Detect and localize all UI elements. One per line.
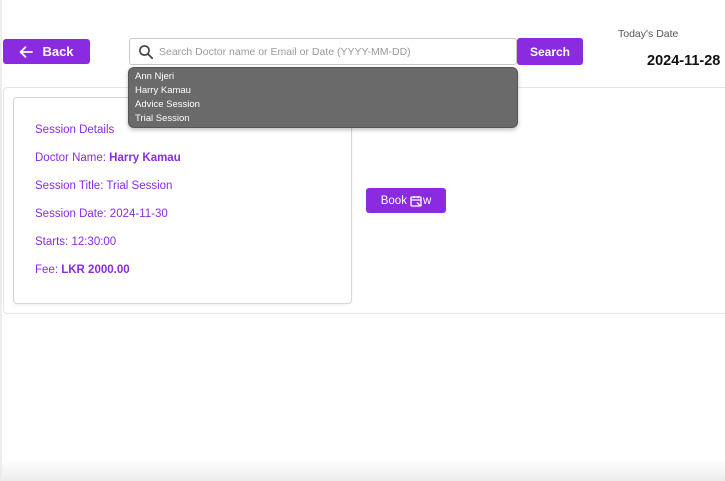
session-date-row: Session Date: 2024-11-30 xyxy=(35,208,168,220)
session-title-row: Session Title: Trial Session xyxy=(35,180,172,192)
session-date-label: Session Date: xyxy=(35,208,110,220)
arrow-left-icon xyxy=(20,45,34,58)
suggestion-item[interactable]: Advice Session xyxy=(135,98,517,112)
session-details-heading: Session Details xyxy=(35,124,115,136)
bottom-shadow xyxy=(0,459,725,481)
fee-row: Fee: LKR 2000.00 xyxy=(35,264,130,276)
window-edge xyxy=(0,0,2,481)
fee-label: Fee: xyxy=(35,264,62,276)
start-time-value: 12:30:00 xyxy=(71,236,117,248)
session-title-value: Trial Session xyxy=(106,180,173,192)
book-button-label-end: w xyxy=(422,194,432,207)
back-button-label: Back xyxy=(42,44,74,59)
search-input[interactable] xyxy=(159,45,509,58)
search-button-label: Search xyxy=(529,44,571,59)
calendar-icon xyxy=(410,195,422,207)
doctor-name-row: Doctor Name: Harry Kamau xyxy=(35,152,181,164)
today-date-label: Today's Date xyxy=(618,28,679,40)
back-button[interactable]: Back xyxy=(3,39,90,64)
search-bar xyxy=(129,38,517,65)
start-time-label: Starts: xyxy=(35,236,72,248)
search-button[interactable]: Search xyxy=(517,38,583,65)
suggestion-item[interactable]: Ann Njeri xyxy=(135,70,517,84)
doctor-name-value: Harry Kamau xyxy=(109,152,181,164)
fee-value: LKR 2000.00 xyxy=(61,264,130,276)
session-title-label: Session Title: xyxy=(35,180,107,192)
book-button-label-start: Book xyxy=(380,194,407,207)
search-suggestions: Ann Njeri Harry Kamau Advice Session Tri… xyxy=(128,67,518,128)
today-date-value: 2024-11-28 xyxy=(647,53,721,69)
search-icon xyxy=(139,44,154,59)
doctor-name-label: Doctor Name: xyxy=(35,152,110,164)
start-time-row: Starts: 12:30:00 xyxy=(35,236,116,248)
suggestion-item[interactable]: Harry Kamau xyxy=(135,84,517,98)
book-now-button[interactable]: Book w xyxy=(366,188,446,213)
suggestion-item[interactable]: Trial Session xyxy=(135,112,517,126)
session-date-value: 2024-11-30 xyxy=(109,208,168,220)
